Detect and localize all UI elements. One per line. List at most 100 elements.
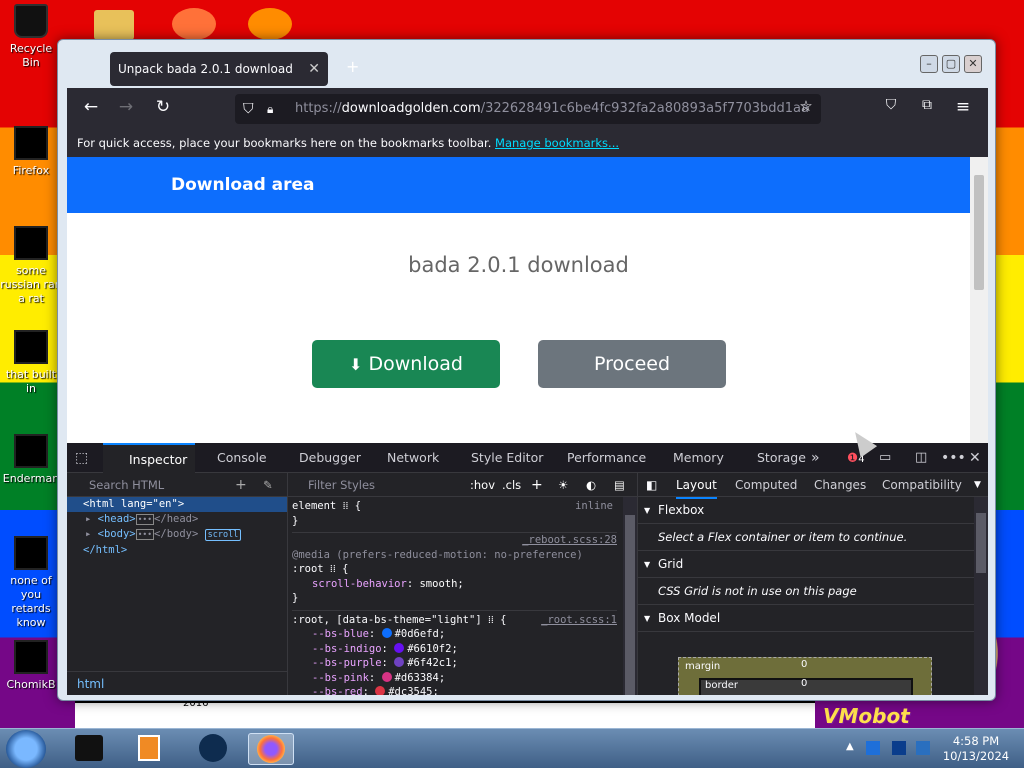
flexbox-section-header[interactable]: ▼ Flexbox [638, 497, 988, 524]
tree-node-html[interactable]: <html lang="en"> [67, 497, 287, 512]
grid-section-header[interactable]: ▼ Grid [638, 551, 988, 578]
proceed-button[interactable]: Proceed [538, 340, 726, 388]
add-rule-icon[interactable]: + [531, 473, 543, 497]
browser-tab[interactable]: Unpack bada 2.0.1 download ✕ [110, 52, 328, 86]
scroll-badge[interactable]: scroll [204, 529, 242, 541]
hov-toggle[interactable]: :hov [470, 473, 495, 497]
close-devtools-icon[interactable]: ✕ [969, 443, 981, 473]
decl-bs-red[interactable]: --bs-red: #dc3545; [292, 685, 617, 695]
reload-icon[interactable]: ↻ [151, 97, 175, 117]
lock-icon[interactable]: 🔒︎ [267, 94, 273, 124]
sidebar-toggle-icon[interactable]: ◧ [646, 473, 657, 497]
show-hidden-icons[interactable]: ▲ [846, 741, 854, 752]
close-window-button[interactable]: ✕ [964, 55, 982, 73]
tray-icon-1[interactable] [866, 741, 880, 755]
tab-debugger[interactable]: Debugger [277, 443, 361, 473]
url-bar[interactable]: ⛉ 🔒︎ https://downloadgolden.com/32262849… [235, 94, 821, 124]
back-icon[interactable]: ← [79, 97, 103, 117]
tab-layout[interactable]: Layout [676, 473, 717, 499]
tab-network[interactable]: Network [365, 443, 439, 473]
app-icon [199, 734, 227, 762]
tab-console[interactable]: Console [197, 443, 267, 473]
rule-source-root[interactable]: _root.scss:1 [541, 613, 617, 628]
scrollbar-thumb[interactable] [974, 175, 984, 290]
chevron-down-icon[interactable]: ▼ [974, 473, 981, 497]
tree-node-body[interactable]: ▸ <body> ••• </body> scroll [67, 527, 287, 543]
tab-storage[interactable]: Storage [737, 443, 806, 473]
add-node-icon[interactable]: + [235, 473, 247, 497]
desktop-icon-recycle-bin[interactable]: Recycle Bin [0, 4, 62, 70]
dock-icon[interactable]: ▭ [879, 443, 891, 473]
extensions-icon[interactable]: ⧉ [915, 97, 939, 113]
rules-scrollbar[interactable] [623, 497, 637, 695]
border-top-value[interactable]: 0 [801, 678, 807, 689]
desktop-icon-firefox-top[interactable] [172, 8, 216, 40]
decl-bs-indigo[interactable]: --bs-indigo: #6610f2; [292, 642, 617, 657]
color-swatch[interactable] [375, 686, 386, 695]
print-icon[interactable]: ▤ [614, 473, 625, 497]
desktop-icon-enderman[interactable]: Enderman [0, 434, 62, 486]
taskbar-app-media[interactable] [126, 733, 172, 765]
desktop-icon-rat[interactable]: some russian ran a rat [0, 226, 62, 306]
tray-icon-3[interactable] [916, 741, 930, 755]
page-scrollbar[interactable] [970, 157, 988, 443]
desktop-icon-retards[interactable]: none of you retards know [0, 536, 62, 630]
download-button[interactable]: ⬇ Download [312, 340, 500, 388]
tree-node-head[interactable]: ▸ <head> ••• </head> [67, 512, 287, 528]
light-mode-icon[interactable]: ☀ [558, 473, 568, 497]
cls-toggle[interactable]: .cls [502, 473, 521, 497]
clock[interactable]: 4:58 PM 10/13/2024 [936, 734, 1016, 764]
tab-changes[interactable]: Changes [814, 473, 866, 497]
decl-bs-purple[interactable]: --bs-purple: #6f42c1; [292, 656, 617, 671]
start-button[interactable] [6, 730, 46, 768]
pocket-icon[interactable]: ⛉ [879, 97, 903, 113]
download-icon: ⬇ [349, 355, 363, 374]
color-swatch[interactable] [381, 671, 392, 682]
shield-icon[interactable]: ⛉ [243, 94, 254, 124]
desktop-icon-orange[interactable] [248, 8, 292, 40]
taskbar-app-1[interactable] [66, 733, 112, 765]
dark-mode-icon[interactable]: ◐ [586, 473, 596, 497]
tab-performance[interactable]: Performance [547, 443, 646, 473]
tab-compatibility[interactable]: Compatibility [882, 473, 962, 497]
boxmodel-section-header[interactable]: ▼ Box Model [638, 605, 988, 632]
tab-style-editor[interactable]: Style Editor [449, 443, 543, 473]
manage-bookmarks-link[interactable]: Manage bookmarks... [495, 136, 619, 150]
decl-bs-blue[interactable]: --bs-blue: #0d6efd; [292, 627, 617, 642]
search-html-input[interactable]: Search HTML + ✎ [67, 473, 287, 497]
desktop-icon-chomik[interactable]: ChomikB [0, 640, 62, 692]
decl-bs-pink[interactable]: --bs-pink: #d63384; [292, 671, 617, 686]
filter-styles-input[interactable]: Filter Styles :hov .cls + ☀ ◐ ▤ [288, 473, 637, 497]
tree-node-html-close[interactable]: </html> [67, 543, 287, 558]
new-tab-icon[interactable]: + [346, 57, 359, 76]
tab-memory[interactable]: Memory [653, 443, 724, 473]
responsive-icon[interactable]: ◫ [915, 443, 927, 473]
tab-computed[interactable]: Computed [735, 473, 797, 497]
maximize-button[interactable]: ▢ [942, 55, 960, 73]
desktop-icon-firefox[interactable]: Firefox [0, 126, 62, 178]
pick-element-icon[interactable]: ⬚ [75, 443, 88, 473]
layout-scrollbar[interactable] [974, 497, 988, 695]
menu-icon[interactable]: ≡ [951, 97, 975, 117]
color-swatch[interactable] [394, 657, 405, 667]
tab-inspector[interactable]: Inspector [103, 443, 196, 473]
more-options-icon[interactable]: ••• [941, 443, 966, 473]
desktop-icon-folder[interactable] [94, 10, 134, 40]
bookmark-star-icon[interactable]: ☆ [794, 97, 818, 115]
tray-icon-2[interactable] [892, 741, 906, 755]
color-swatch[interactable] [381, 628, 392, 638]
taskbar-app-3[interactable] [190, 733, 236, 765]
forward-icon[interactable]: → [114, 97, 138, 117]
margin-top-value[interactable]: 0 [801, 659, 807, 670]
rules-pane: Filter Styles :hov .cls + ☀ ◐ ▤ element … [288, 473, 638, 695]
more-tabs-icon[interactable]: » [811, 443, 820, 473]
desktop-icon-builtin[interactable]: that built in [0, 330, 62, 396]
color-swatch[interactable] [394, 642, 405, 653]
rule-source-reboot[interactable]: _reboot.scss:28 [292, 532, 617, 548]
taskbar-firefox[interactable] [248, 733, 294, 765]
minimize-button[interactable]: – [920, 55, 938, 73]
decl-scroll-behavior[interactable]: scroll-behavior: smooth; [292, 577, 617, 592]
close-tab-icon[interactable]: ✕ [308, 52, 320, 86]
eyedropper-icon[interactable]: ✎ [263, 473, 273, 497]
breadcrumb[interactable]: html [67, 671, 287, 695]
